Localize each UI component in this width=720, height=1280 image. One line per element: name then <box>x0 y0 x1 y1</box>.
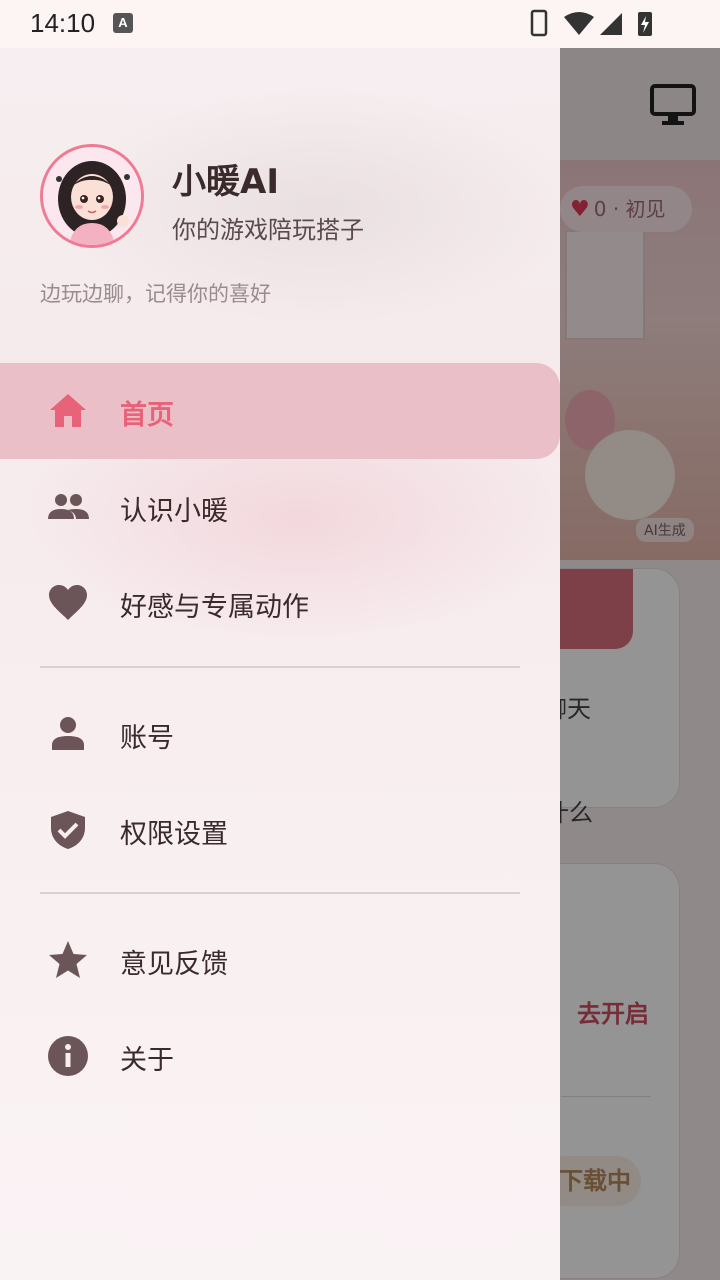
nav-item-label: 好感与专属动作 <box>120 592 309 623</box>
home-icon <box>50 394 86 427</box>
app-tagline: 边玩边聊，记得你的喜好 <box>40 282 271 306</box>
info-icon <box>48 1036 88 1076</box>
people-icon <box>48 494 89 519</box>
nav-item-label: 首页 <box>120 400 174 431</box>
status-time: 14:10 <box>30 8 96 38</box>
navigation-drawer: 小暖AI 你的游戏陪玩搭子 边玩边聊，记得你的喜好 首页 认识小暖 好感与专属动… <box>0 48 560 1280</box>
star-icon <box>49 941 87 978</box>
signal-icon <box>600 13 622 35</box>
divider <box>40 892 520 894</box>
nav-item-account[interactable]: 账号 <box>0 686 560 782</box>
status-icons <box>530 9 652 37</box>
avatar <box>40 144 144 248</box>
nav-item-label: 权限设置 <box>120 819 228 850</box>
nav-item-feedback[interactable]: 意见反馈 <box>0 912 560 1008</box>
heart-icon <box>49 585 87 620</box>
nav-item-about-xiaonuan[interactable]: 认识小暖 <box>0 459 560 555</box>
nav-item-home[interactable]: 首页 <box>0 363 560 459</box>
nav-item-label: 账号 <box>120 723 174 754</box>
nav-item-permissions[interactable]: 权限设置 <box>0 782 560 878</box>
nav-item-label: 意见反馈 <box>120 949 228 980</box>
nav-item-about[interactable]: 关于 <box>0 1008 560 1104</box>
notification-a-icon: A <box>113 13 133 33</box>
app-title: 小暖AI <box>172 162 279 202</box>
nav-item-label: 关于 <box>120 1045 174 1076</box>
nav-item-label: 认识小暖 <box>120 496 228 527</box>
character-avatar-image <box>43 147 141 245</box>
person-icon <box>52 717 84 750</box>
shield-check-icon <box>51 811 85 849</box>
nav-item-affinity[interactable]: 好感与专属动作 <box>0 555 560 651</box>
divider <box>40 666 520 668</box>
wifi-icon <box>564 12 594 35</box>
phone-icon <box>530 9 548 37</box>
status-bar: 14:10 A <box>0 0 720 48</box>
app-subtitle: 你的游戏陪玩搭子 <box>172 216 364 244</box>
